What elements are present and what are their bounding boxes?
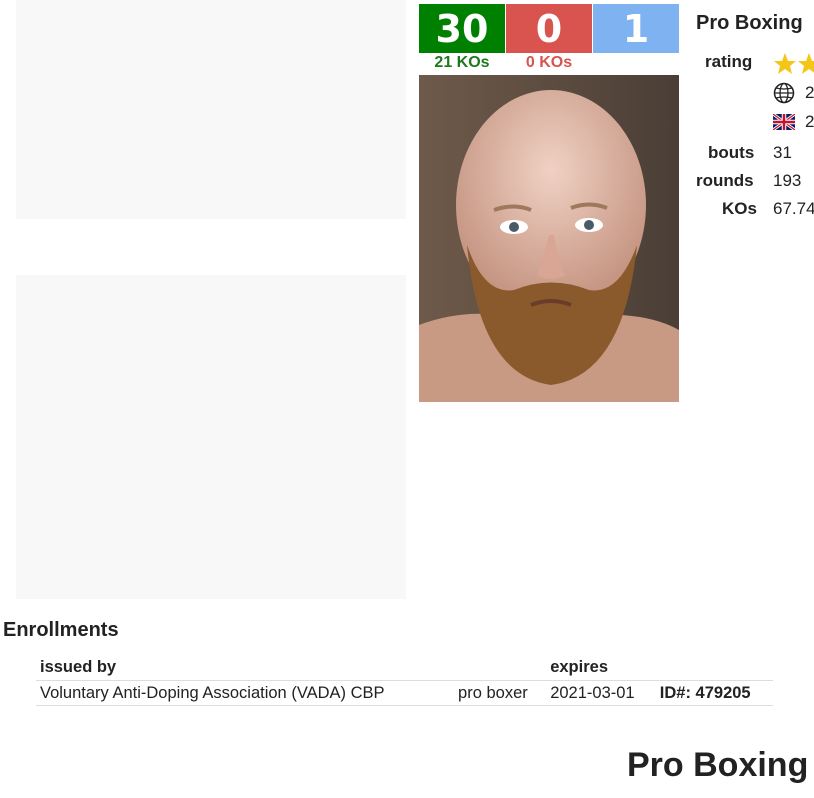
uk-rank-value: 2	[805, 112, 814, 131]
bouts-label: bouts	[708, 143, 755, 162]
bouts-value: 31	[773, 143, 792, 162]
type-header	[454, 654, 546, 681]
draws-count: 1	[593, 4, 679, 53]
id-header	[656, 654, 773, 681]
rounds-value: 193	[773, 171, 802, 190]
stats-heading: Pro Boxing	[696, 12, 803, 34]
kos-value: 67.74	[773, 199, 814, 218]
expires-header: expires	[550, 657, 608, 676]
id-cell: ID#: 479205	[655, 680, 773, 706]
rating-label: rating	[705, 52, 753, 71]
issued-by-header: issued by	[40, 657, 117, 676]
rating-stars	[773, 52, 814, 81]
losses-kos: 0 KOs	[525, 54, 573, 71]
star-icon	[774, 53, 814, 74]
boxer-photo	[419, 75, 679, 402]
issuer-cell: Voluntary Anti-Doping Association (VADA)…	[36, 680, 455, 706]
uk-flag-icon	[773, 114, 795, 130]
wins-kos: 21 KOs	[434, 54, 490, 71]
table-row: Voluntary Anti-Doping Association (VADA)…	[36, 680, 773, 706]
type-cell: pro boxer	[454, 680, 547, 706]
pro-boxing-heading: Pro Boxing	[627, 746, 809, 784]
ad-placeholder-bottom	[16, 275, 406, 599]
wins-count: 30	[419, 4, 505, 53]
expires-cell: 2021-03-01	[546, 680, 656, 706]
rounds-label: rounds	[696, 171, 754, 190]
kos-label: KOs	[722, 199, 757, 218]
record-bar: 30 0 1	[419, 4, 679, 53]
enrollments-title: Enrollments	[3, 619, 119, 641]
globe-icon	[773, 82, 795, 104]
ad-placeholder-top	[16, 0, 406, 219]
world-rank-value: 2	[805, 83, 814, 102]
enrollments-table: issued by expires Voluntary Anti-Doping …	[36, 654, 773, 706]
losses-count: 0	[506, 4, 592, 53]
